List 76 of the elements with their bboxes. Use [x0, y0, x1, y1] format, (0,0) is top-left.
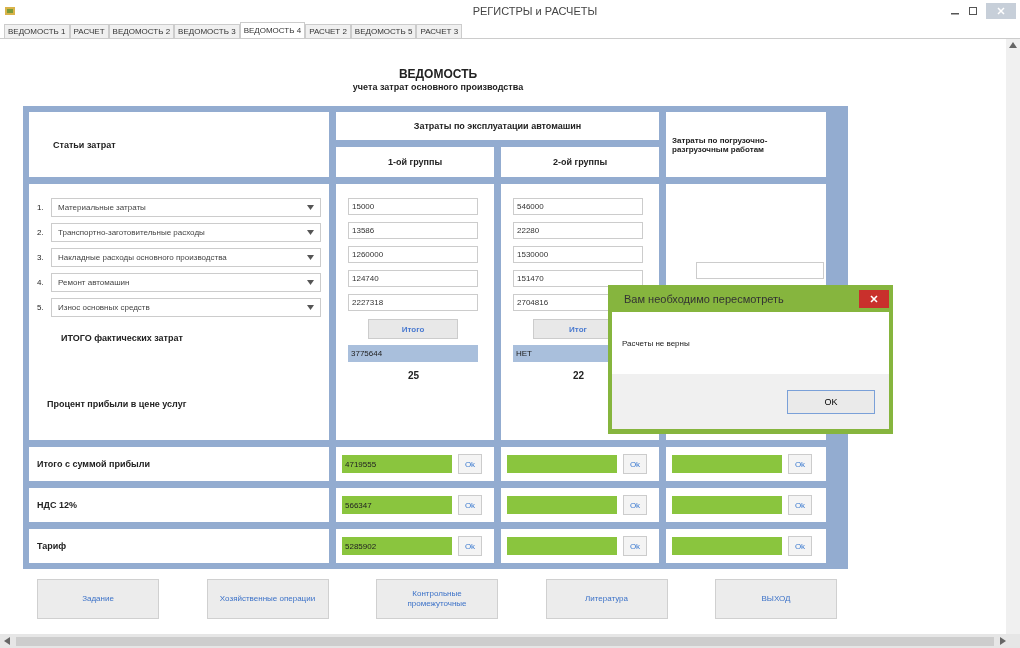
column-header: 1-ой группы — [387, 157, 443, 167]
item-number: 3. — [37, 253, 45, 262]
report-subtitle: учета затрат основного производства — [352, 82, 524, 92]
scroll-up-icon[interactable] — [1009, 42, 1017, 48]
horizontal-scrollbar[interactable] — [0, 634, 1020, 648]
amount-field[interactable]: 546000 — [513, 198, 643, 215]
total-field: 3775644 — [348, 345, 478, 362]
tab[interactable]: ВЕДОМОСТЬ 1 — [4, 24, 70, 38]
column-header: Статьи затрат — [53, 139, 116, 150]
cost-dropdown[interactable]: Материальные затраты — [51, 198, 321, 217]
amount-field[interactable]: 1530000 — [513, 246, 643, 263]
cost-dropdown[interactable]: Износ основных средств — [51, 298, 321, 317]
result-field: 566347 — [342, 496, 452, 514]
scroll-right-icon[interactable] — [1000, 637, 1006, 645]
row-label: Тариф — [37, 541, 67, 551]
profit-label: Процент прибыли в цене услуг — [47, 399, 188, 409]
result-field: 5285902 — [342, 537, 452, 555]
item-number: 2. — [37, 228, 45, 237]
total-button[interactable]: Итого — [368, 319, 458, 339]
menu-button[interactable]: Хозяйственные операции — [206, 579, 329, 619]
ok-button[interactable]: Ok — [623, 536, 647, 556]
column-header: Затраты по погрузочно-разгрузочным работам — [672, 135, 769, 154]
ok-button[interactable]: Ok — [788, 536, 812, 556]
cost-dropdown[interactable]: Транспортно-заготовительные расходы — [51, 223, 321, 242]
close-icon[interactable] — [859, 289, 889, 308]
ok-button[interactable]: Ok — [623, 495, 647, 515]
result-field: 4719555 — [342, 455, 452, 473]
item-number: 1. — [37, 203, 45, 212]
dialog-message: Расчеты не верны — [622, 338, 690, 348]
caret-icon — [307, 280, 314, 285]
amount-field[interactable] — [696, 262, 824, 279]
window-title: РЕГИСТРЫ и РАСЧЕТЫ — [472, 5, 598, 17]
amount-field[interactable]: 22280 — [513, 222, 643, 239]
tab[interactable]: ВЕДОМОСТЬ 2 — [108, 24, 175, 38]
scroll-left-icon[interactable] — [4, 637, 10, 645]
profit-percent: 22 — [573, 370, 585, 381]
menu-button[interactable]: Литература — [545, 579, 668, 619]
menu-button[interactable]: Контрольные промежуточные — [376, 579, 498, 619]
ok-button[interactable]: Ok — [623, 454, 647, 474]
ok-button[interactable]: Ok — [458, 536, 482, 556]
vertical-scrollbar[interactable] — [1006, 39, 1020, 634]
column-header: Затраты по эксплуатации автомашин — [413, 121, 582, 131]
row-label: НДС 12% — [37, 500, 77, 510]
cost-dropdown[interactable]: Накладные расходы основного производства — [51, 248, 321, 267]
ok-button[interactable]: Ok — [458, 495, 482, 515]
app-icon — [4, 5, 16, 17]
profit-percent: 25 — [408, 370, 420, 381]
ok-button[interactable]: Ok — [788, 454, 812, 474]
item-number: 5. — [37, 303, 45, 312]
item-number: 4. — [37, 278, 45, 287]
caret-icon — [307, 255, 314, 260]
tab[interactable]: ВЕДОМОСТЬ 4 — [239, 22, 306, 38]
ok-button[interactable]: Ok — [788, 495, 812, 515]
menu-button[interactable]: ВЫХОД — [715, 579, 837, 619]
amount-field[interactable]: 2227318 — [348, 294, 478, 311]
caret-icon — [307, 230, 314, 235]
row-label: Итого с суммой прибыли — [37, 459, 150, 469]
column-header: 2-ой группы — [552, 157, 608, 167]
menu-button[interactable]: Задание — [37, 579, 159, 619]
ok-button[interactable]: Ok — [458, 454, 482, 474]
amount-field[interactable]: 13586 — [348, 222, 478, 239]
total-label: ИТОГО фактических затрат — [61, 333, 184, 343]
report-title: ВЕДОМОСТЬ — [398, 67, 478, 81]
ok-button[interactable]: OK — [787, 389, 875, 414]
amount-field[interactable]: 124740 — [348, 270, 478, 287]
tab[interactable]: РАСЧЕТ 3 — [416, 24, 463, 38]
tab[interactable]: ВЕДОМОСТЬ 5 — [350, 24, 417, 38]
cost-dropdown[interactable]: Ремонт автомашин — [51, 273, 321, 292]
tab[interactable]: РАСЧЕТ 2 — [305, 24, 351, 38]
caret-icon — [307, 205, 314, 210]
tab[interactable]: ВЕДОМОСТЬ 3 — [174, 24, 240, 38]
caret-icon — [307, 305, 314, 310]
maximize-icon[interactable] — [968, 6, 978, 16]
tab[interactable]: РАСЧЕТ — [69, 24, 109, 38]
amount-field[interactable]: 1260000 — [348, 246, 478, 263]
amount-field[interactable]: 15000 — [348, 198, 478, 215]
